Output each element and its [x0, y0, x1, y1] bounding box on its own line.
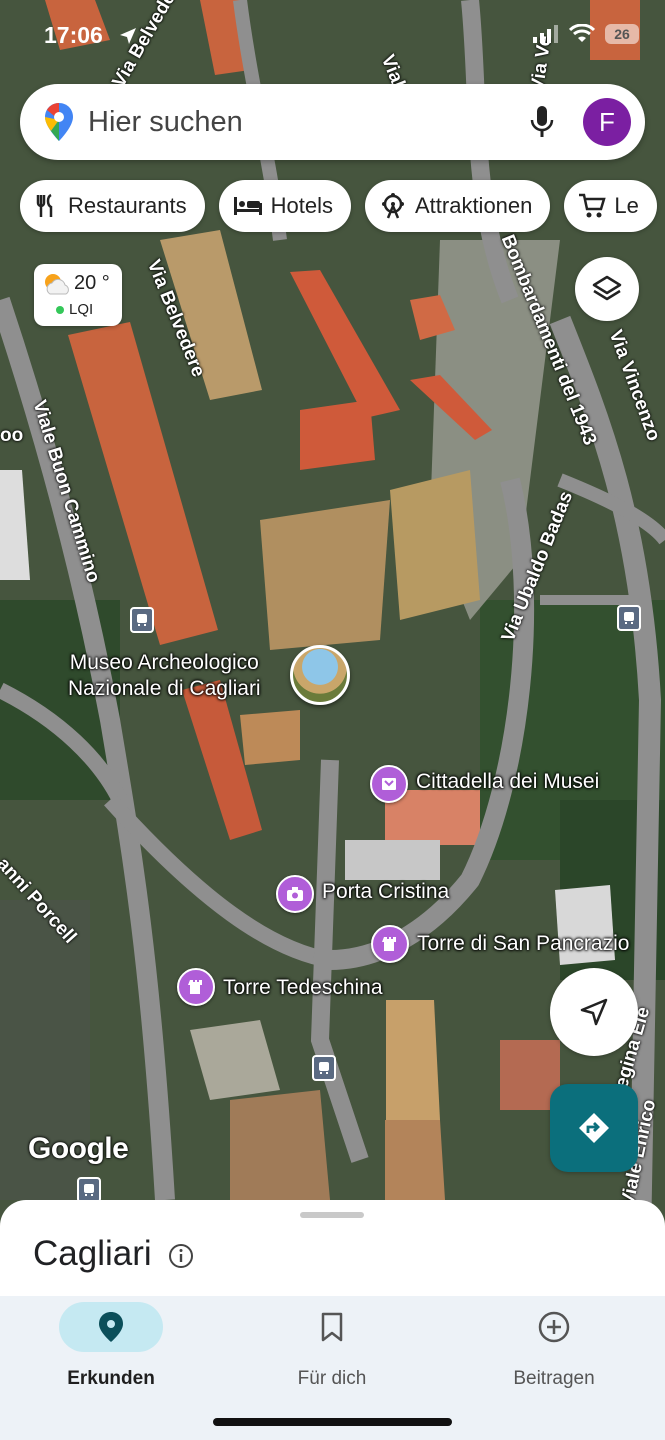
- cart-icon: [579, 193, 607, 218]
- bus-stop-icon[interactable]: [617, 605, 641, 631]
- nav-icon-container: [280, 1302, 384, 1352]
- poi-cittadella-label[interactable]: Cittadella dei Musei: [416, 770, 599, 794]
- museum-photo-pin[interactable]: [290, 645, 350, 705]
- maps-pin-icon: [45, 103, 73, 141]
- nav-icon-container: [502, 1302, 606, 1352]
- nav-icon-container: [59, 1302, 163, 1352]
- directions-button[interactable]: [550, 1084, 638, 1172]
- street-label: oo: [0, 425, 24, 446]
- poi-museo-name: Museo Archeologico: [69, 651, 259, 674]
- poi-museo-label[interactable]: Museo Archeologico Nazionale di Cagliari: [68, 650, 261, 702]
- info-icon[interactable]: [168, 1243, 194, 1269]
- place-title: Cagliari: [33, 1234, 152, 1273]
- aqi-dot: [56, 305, 64, 314]
- hotel-icon: [233, 197, 262, 215]
- chip-groceries[interactable]: Le: [564, 180, 657, 232]
- search-bar[interactable]: Hier suchen F: [20, 84, 645, 160]
- home-indicator[interactable]: [213, 1418, 452, 1426]
- chip-label: Attraktionen: [414, 193, 533, 218]
- my-location-button[interactable]: [550, 968, 638, 1056]
- poi-porta-cristina-label[interactable]: Porta Cristina: [322, 880, 449, 904]
- google-attribution: Google: [28, 1132, 129, 1165]
- partly-cloudy-icon: [45, 274, 69, 295]
- signal-icon: [533, 25, 558, 43]
- add-circle-icon: [538, 1311, 570, 1343]
- layers-button[interactable]: [575, 257, 639, 321]
- location-arrow-icon: [120, 28, 136, 44]
- restaurant-icon: [36, 193, 53, 217]
- navigation-arrow-icon: [580, 998, 608, 1026]
- directions-icon: [579, 1113, 609, 1143]
- nav-label: Für dich: [297, 1368, 367, 1389]
- chip-restaurants[interactable]: Restaurants: [20, 180, 205, 232]
- category-chips: Restaurants Hotels Attraktionen Le: [20, 180, 657, 232]
- bookmark-icon: [321, 1312, 343, 1342]
- chip-label: Le: [614, 193, 639, 218]
- temperature: 20 °: [74, 272, 110, 294]
- bus-stop-icon[interactable]: [312, 1055, 336, 1081]
- tower-pin-icon[interactable]: [371, 925, 409, 963]
- nav-contribute[interactable]: Beitragen: [469, 1296, 639, 1390]
- ferris-wheel-icon: [381, 193, 404, 219]
- nav-label: Beitragen: [513, 1368, 595, 1389]
- status-indicators: 26: [533, 24, 639, 44]
- tower-pin-icon[interactable]: [177, 968, 215, 1006]
- location-pin-icon: [99, 1312, 123, 1342]
- nav-label: Erkunden: [67, 1368, 155, 1389]
- poi-museo-name-2: Nazionale di Cagliari: [68, 677, 261, 700]
- poi-torre-san-pancrazio-label[interactable]: Torre di San Pancrazio: [417, 932, 629, 956]
- camera-pin-icon[interactable]: [276, 875, 314, 913]
- chip-hotels[interactable]: Hotels: [218, 180, 351, 232]
- chip-label: Hotels: [270, 193, 333, 218]
- weather-widget[interactable]: 20 ° LQI: [34, 264, 122, 326]
- aqi-label: LQI: [69, 301, 94, 318]
- status-time: 17:06: [44, 22, 103, 48]
- nav-for-you[interactable]: Für dich: [247, 1296, 417, 1390]
- account-avatar[interactable]: F: [583, 98, 631, 146]
- battery-indicator: 26: [605, 24, 639, 44]
- chip-attractions[interactable]: Attraktionen: [364, 180, 551, 232]
- poi-torre-tedeschina-label[interactable]: Torre Tedeschina: [223, 976, 383, 1000]
- nav-explore[interactable]: Erkunden: [26, 1296, 196, 1390]
- air-quality: LQI: [56, 301, 93, 318]
- sheet-drag-handle[interactable]: [300, 1212, 364, 1218]
- layers-icon: [592, 275, 622, 301]
- museum-pin-icon[interactable]: [370, 765, 408, 803]
- chip-label: Restaurants: [68, 193, 187, 218]
- wifi-icon: [569, 24, 595, 42]
- microphone-icon[interactable]: [529, 105, 555, 139]
- bus-stop-icon[interactable]: [130, 607, 154, 633]
- search-input[interactable]: Hier suchen: [88, 106, 529, 139]
